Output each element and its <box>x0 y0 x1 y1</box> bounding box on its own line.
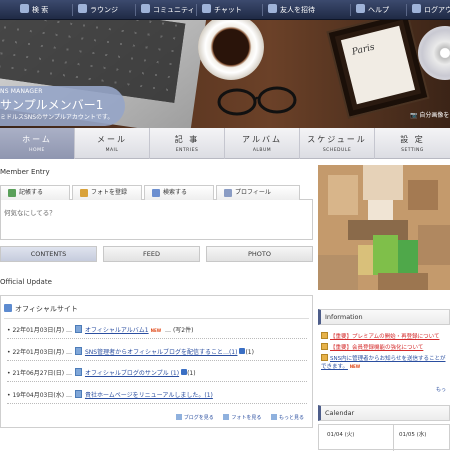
view-blog-link[interactable]: ブログを見る <box>175 414 214 421</box>
calendar-title: Calendar <box>318 405 450 421</box>
official-update-box: オフィシャルサイト • 22年01月03日(月) … オフィシャルアルバム1 NEW… <box>0 295 313 428</box>
notice-icon <box>321 343 328 350</box>
info-item[interactable]: 【重要】会員登録機能の強化について <box>321 343 450 352</box>
content-tabs: CONTENTS FEED PHOTO <box>0 246 313 262</box>
new-badge: NEW <box>349 364 361 369</box>
notice-icon <box>321 354 328 361</box>
community-icon <box>141 4 150 13</box>
topbar-logout[interactable]: ログアウ <box>412 4 450 16</box>
disc-illustration <box>418 26 450 80</box>
help-icon <box>356 4 365 13</box>
photo-icon <box>223 414 230 420</box>
info-item[interactable]: 【重要】プレミアムの開始・再登録について <box>321 332 450 341</box>
glasses-illustration <box>217 86 297 116</box>
search-icon <box>152 189 160 197</box>
calendar-day[interactable]: 01/04 (火) <box>327 430 354 438</box>
site-icon <box>4 304 12 312</box>
status-placeholder: 何気なにしてる？ <box>4 209 56 217</box>
coffee-cup-illustration <box>198 20 264 80</box>
nav-entries[interactable]: 記 事 ENTRIES <box>150 128 225 159</box>
topbar-invite[interactable]: 友人を招待 <box>268 4 315 16</box>
update-link[interactable]: オフィシャルブログのサンプル (1) <box>85 370 179 377</box>
blog-icon <box>175 414 182 420</box>
topbar-community[interactable]: コミュニティ <box>141 4 195 16</box>
nav-schedule[interactable]: スケジュール SCHEDULE <box>300 128 375 159</box>
member-description: ミドルスSNSのサンプルアカウントです。 <box>0 114 114 121</box>
official-site-heading: オフィシャルサイト <box>4 304 78 314</box>
update-row: • 21年06月27日(日) … オフィシャルブログのサンプル (1) (1) <box>7 368 196 377</box>
notice-icon <box>321 332 328 339</box>
invite-icon <box>268 4 277 13</box>
update-link[interactable]: オフィシャルアルバム1 <box>85 327 149 334</box>
chat-icon <box>202 4 211 13</box>
update-row: • 22年01月03日(月) … SNS管理者からオフィシャルブログを配信すること… <box>7 347 254 356</box>
new-badge: NEW <box>150 328 162 333</box>
member-entry-title: Member Entry <box>0 168 50 176</box>
official-update-title: Official Update <box>0 278 52 286</box>
entry-action-tabs: 記帳する フォトを登録 検索する プロフィール <box>0 185 313 200</box>
lounge-icon <box>78 4 87 13</box>
photo-frame-illustration: Paris <box>328 20 428 117</box>
member-name: サンプルメンバー1 <box>0 98 104 112</box>
top-navigation-bar: 検 索 ラウンジ コミュニティ チャット 友人を招待 ヘルプ ログアウ <box>0 0 450 20</box>
topbar-search[interactable]: 検 索 <box>20 4 48 16</box>
main-navigation: ホーム HOME メール MAIL 記 事 ENTRIES アルバム ALBUM スケジ… <box>0 128 450 159</box>
document-icon <box>74 390 82 398</box>
more-icon <box>270 414 277 420</box>
frame-caption: Paris <box>351 42 376 58</box>
upload-photo-tab[interactable]: フォトを登録 <box>72 185 142 200</box>
info-more-link[interactable]: もっ <box>436 386 446 393</box>
calendar-day[interactable]: 01/05 (水) <box>399 430 426 438</box>
photo-icon <box>80 189 88 197</box>
header-banner: Paris NS MANAGER サンプルメンバー1 ミドルスSNSのサンプルア… <box>0 20 450 128</box>
tab-feed[interactable]: FEED <box>103 246 200 262</box>
status-input-box[interactable]: 何気なにしてる？ <box>0 200 313 240</box>
topbar-chat[interactable]: チャット <box>202 4 242 16</box>
nav-setting[interactable]: 設 定 SETTING <box>375 128 450 159</box>
update-footer-links: ブログを見る フォトを見る もっと見る <box>168 414 304 421</box>
view-photo-link[interactable]: フォトを見る <box>223 414 261 421</box>
tab-photo[interactable]: PHOTO <box>206 246 313 262</box>
profile-tab[interactable]: プロフィール <box>216 185 300 200</box>
update-row: • 19年04月03日(水) … 貴社ホームページをリニューアルしました。(1) <box>7 390 213 399</box>
document-icon <box>74 347 82 355</box>
document-icon <box>74 368 82 376</box>
edit-header-image-link[interactable]: 📷 自分画像を <box>410 110 449 119</box>
site-name: NS MANAGER <box>0 88 43 95</box>
update-link[interactable]: SNS管理者からオフィシャルブログを配信すること…(1) <box>85 349 238 356</box>
topbar-lounge[interactable]: ラウンジ <box>78 4 118 16</box>
profile-icon <box>224 189 232 197</box>
view-more-link[interactable]: もっと見る <box>270 414 304 421</box>
information-title: Information <box>318 309 450 325</box>
calendar-grid: 01/04 (火) 01/05 (水) <box>318 424 450 451</box>
info-item[interactable]: SNS内に管理者からお知らせを送信することができます。 NEW <box>321 354 450 371</box>
nav-home[interactable]: ホーム HOME <box>0 128 75 159</box>
search-tab[interactable]: 検索する <box>144 185 214 200</box>
pencil-icon <box>8 189 16 197</box>
write-entry-tab[interactable]: 記帳する <box>0 185 70 200</box>
profile-photo[interactable] <box>318 165 450 290</box>
tab-contents[interactable]: CONTENTS <box>0 246 97 262</box>
logout-icon <box>412 4 421 13</box>
nav-mail[interactable]: メール MAIL <box>75 128 150 159</box>
update-link[interactable]: 貴社ホームページをリニューアルしました。(1) <box>85 392 213 399</box>
search-icon <box>20 4 29 13</box>
topbar-help[interactable]: ヘルプ <box>356 4 389 16</box>
update-row: • 22年01月03日(月) … オフィシャルアルバム1 NEW … (写2件) <box>7 325 194 334</box>
nav-album[interactable]: アルバム ALBUM <box>225 128 300 159</box>
document-icon <box>74 325 82 333</box>
